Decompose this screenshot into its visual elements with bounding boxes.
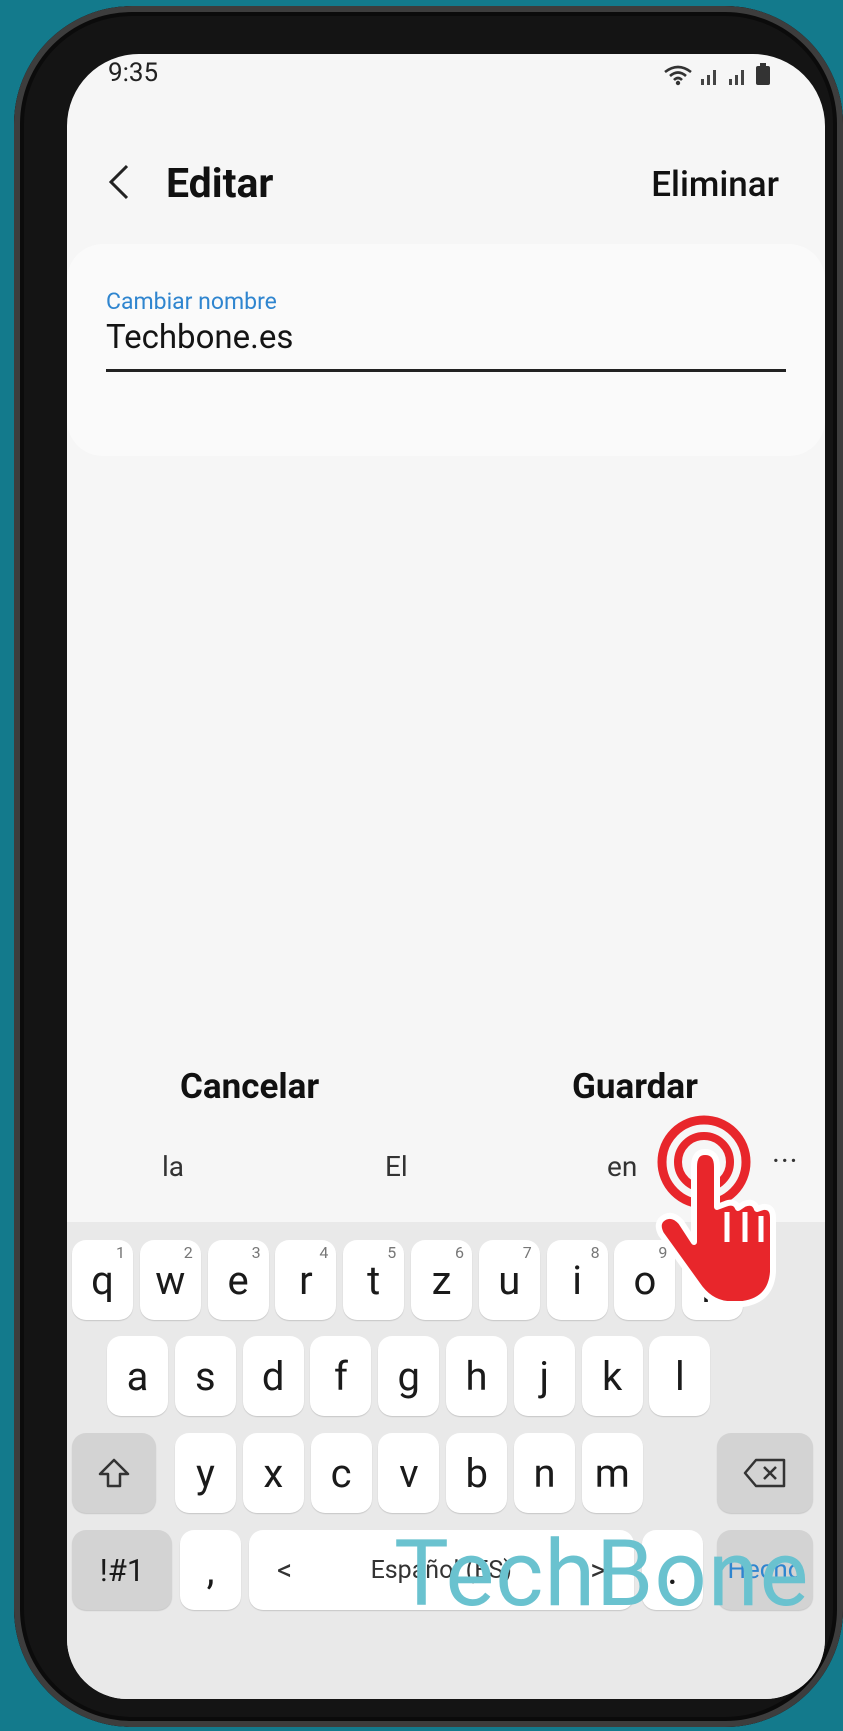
suggestion-item[interactable]: El <box>385 1150 408 1183</box>
key-v[interactable]: v <box>378 1433 440 1513</box>
key-d-label: d <box>261 1352 285 1400</box>
key-m-label: m <box>594 1449 630 1497</box>
backspace-key[interactable] <box>717 1433 813 1513</box>
battery-icon <box>756 63 770 85</box>
key-i-label: i <box>572 1256 582 1304</box>
key-a-label: a <box>126 1352 149 1400</box>
key-number-hint: 6 <box>455 1243 464 1262</box>
key-h[interactable]: h <box>446 1336 507 1416</box>
key-l-label: l <box>675 1352 685 1400</box>
shift-icon <box>98 1458 130 1488</box>
key-j-label: j <box>539 1352 550 1400</box>
key-b[interactable]: b <box>446 1433 508 1513</box>
key-number-hint: 8 <box>590 1243 600 1262</box>
key-a[interactable]: a <box>107 1336 168 1416</box>
screen: 9:35 Editar Eliminar Cambiar nombre Tech… <box>67 54 825 1699</box>
key-s[interactable]: s <box>174 1336 236 1416</box>
key-u-label: u <box>498 1256 521 1304</box>
back-icon <box>108 164 129 200</box>
key-w-label: w <box>155 1256 186 1304</box>
wifi-icon <box>664 65 692 86</box>
status-icons <box>663 62 771 86</box>
symbols-key[interactable]: !#1 <box>72 1530 172 1610</box>
key-u[interactable]: u7 <box>478 1240 540 1320</box>
key-y[interactable]: y <box>175 1433 236 1513</box>
key-h-label: h <box>465 1352 488 1400</box>
key-e[interactable]: e3 <box>207 1240 269 1320</box>
status-time: 9:35 <box>108 58 159 88</box>
key-k[interactable]: k <box>581 1336 643 1416</box>
delete-button[interactable]: Eliminar <box>651 164 779 205</box>
key-w[interactable]: w2 <box>139 1240 201 1320</box>
key-t[interactable]: t5 <box>343 1240 405 1320</box>
key-g[interactable]: g <box>378 1336 440 1416</box>
rename-field-label: Cambiar nombre <box>106 288 277 315</box>
input-underline <box>106 369 786 372</box>
key-q[interactable]: q1 <box>72 1240 133 1320</box>
key-n[interactable]: n <box>514 1433 575 1513</box>
key-s-label: s <box>194 1352 216 1400</box>
shift-key[interactable] <box>72 1433 156 1513</box>
key-number-hint: 7 <box>522 1243 532 1262</box>
signal-icon <box>701 70 716 85</box>
key-k-label: k <box>601 1352 623 1400</box>
suggestion-item[interactable]: la <box>162 1150 184 1183</box>
key-l[interactable]: l <box>649 1336 711 1416</box>
backspace-icon <box>743 1458 786 1488</box>
key-i[interactable]: i8 <box>546 1240 608 1320</box>
cancel-button[interactable]: Cancelar <box>180 1066 319 1107</box>
key-number-hint: 3 <box>251 1243 261 1262</box>
comma-key[interactable]: , <box>180 1530 241 1610</box>
watermark: TechBone <box>394 1521 810 1628</box>
key-e-label: e <box>227 1256 249 1304</box>
prev-language-arrow: < <box>277 1552 293 1588</box>
save-button[interactable]: Guardar <box>572 1066 698 1107</box>
key-d[interactable]: d <box>242 1336 304 1416</box>
key-z-label: z <box>431 1256 452 1304</box>
comma-key-label: , <box>206 1546 215 1594</box>
back-button[interactable] <box>105 160 133 204</box>
key-m[interactable]: m <box>581 1433 643 1513</box>
suggestion-item[interactable]: en <box>607 1150 637 1183</box>
key-b-label: b <box>465 1449 488 1497</box>
key-x-label: x <box>263 1449 284 1497</box>
key-f-label: f <box>333 1352 348 1400</box>
key-j[interactable]: j <box>513 1336 575 1416</box>
key-number-hint: 2 <box>183 1243 193 1262</box>
key-number-hint: 1 <box>116 1243 125 1262</box>
page-title: Editar <box>166 160 274 208</box>
phone-frame: 9:35 Editar Eliminar Cambiar nombre Tech… <box>14 6 843 1727</box>
symbols-key-label: !#1 <box>99 1551 145 1589</box>
key-c[interactable]: c <box>310 1433 372 1513</box>
key-f[interactable]: f <box>310 1336 372 1416</box>
signal-icon <box>729 70 744 85</box>
key-g-label: g <box>397 1352 420 1400</box>
key-number-hint: 5 <box>387 1243 397 1262</box>
tap-hand-icon <box>639 1112 789 1316</box>
key-n-label: n <box>533 1449 556 1497</box>
key-t-label: t <box>367 1256 381 1304</box>
key-q-label: q <box>91 1256 114 1304</box>
key-y-label: y <box>196 1449 215 1497</box>
key-x[interactable]: x <box>242 1433 304 1513</box>
key-number-hint: 4 <box>319 1243 329 1262</box>
rename-input[interactable]: Techbone.es <box>106 318 293 357</box>
key-r[interactable]: r4 <box>275 1240 337 1320</box>
key-c-label: c <box>330 1449 352 1497</box>
key-v-label: v <box>399 1449 419 1497</box>
key-z[interactable]: z6 <box>411 1240 472 1320</box>
key-r-label: r <box>299 1256 313 1304</box>
